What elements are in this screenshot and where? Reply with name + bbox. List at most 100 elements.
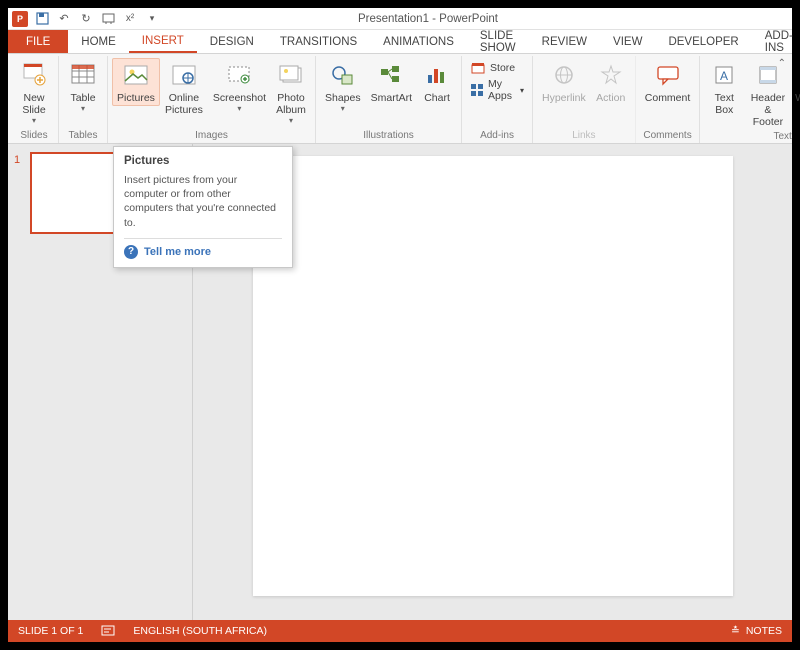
ribbon-group-text: A Text Box Header & Footer A WordArt ▾ # bbox=[700, 56, 800, 143]
my-apps-button[interactable]: My Apps ▾ bbox=[470, 78, 524, 102]
group-label: Links bbox=[572, 129, 595, 143]
dropdown-icon: ▾ bbox=[237, 104, 241, 113]
group-label: Illustrations bbox=[363, 129, 414, 143]
smartart-label: SmartArt bbox=[371, 92, 412, 104]
online-pictures-button[interactable]: Online Pictures bbox=[160, 58, 208, 118]
comment-label: Comment bbox=[645, 92, 691, 104]
ribbon-tabs: FILE HOME INSERT DESIGN TRANSITIONS ANIM… bbox=[8, 30, 792, 54]
superscript-icon[interactable]: x² bbox=[122, 11, 138, 27]
group-label: Comments bbox=[643, 129, 691, 143]
screenshot-button[interactable]: Screenshot ▾ bbox=[208, 58, 271, 115]
group-label: Images bbox=[195, 129, 228, 143]
pictures-label: Pictures bbox=[117, 92, 155, 104]
redo-icon[interactable]: ↻ bbox=[78, 11, 94, 27]
new-slide-button[interactable]: New Slide ▾ bbox=[14, 58, 54, 127]
pictures-tooltip: Pictures Insert pictures from your compu… bbox=[113, 146, 293, 268]
new-slide-icon bbox=[19, 60, 49, 90]
notes-button[interactable]: NOTES bbox=[746, 625, 782, 637]
tab-home[interactable]: HOME bbox=[68, 30, 129, 53]
group-label: Slides bbox=[20, 129, 47, 143]
hyperlink-button[interactable]: Hyperlink bbox=[537, 58, 591, 106]
slide-count[interactable]: SLIDE 1 OF 1 bbox=[18, 625, 83, 637]
comment-icon bbox=[653, 60, 683, 90]
table-label: Table bbox=[70, 92, 95, 104]
ribbon: ⌃ New Slide ▾ Slides Table ▾ Tables bbox=[8, 54, 792, 144]
action-button[interactable]: Action bbox=[591, 58, 631, 106]
screenshot-icon bbox=[224, 60, 254, 90]
store-button[interactable]: Store bbox=[470, 60, 524, 76]
comment-button[interactable]: Comment bbox=[640, 58, 696, 106]
tooltip-body: Insert pictures from your computer or fr… bbox=[124, 173, 282, 230]
new-slide-label: New Slide bbox=[22, 92, 45, 116]
help-icon: ? bbox=[124, 245, 138, 259]
tab-view[interactable]: VIEW bbox=[600, 30, 655, 53]
status-bar: SLIDE 1 OF 1 ENGLISH (SOUTH AFRICA) ≛ NO… bbox=[8, 620, 792, 642]
ribbon-group-images: Pictures Online Pictures Screenshot ▾ Ph… bbox=[108, 56, 316, 143]
tab-insert[interactable]: INSERT bbox=[129, 30, 197, 53]
tab-review[interactable]: REVIEW bbox=[529, 30, 600, 53]
dropdown-icon: ▾ bbox=[32, 116, 36, 125]
store-label: Store bbox=[490, 62, 515, 74]
slide-canvas[interactable] bbox=[253, 156, 733, 596]
ribbon-group-comments: Comment Comments bbox=[636, 56, 701, 143]
slide-number: 1 bbox=[14, 152, 24, 234]
tab-developer[interactable]: DEVELOPER bbox=[655, 30, 751, 53]
action-icon bbox=[596, 60, 626, 90]
tab-addins[interactable]: ADD-INS bbox=[752, 30, 800, 53]
pictures-button[interactable]: Pictures bbox=[112, 58, 160, 106]
tooltip-separator bbox=[124, 238, 282, 239]
table-button[interactable]: Table ▾ bbox=[63, 58, 103, 115]
wordart-label: WordArt bbox=[795, 92, 800, 104]
ribbon-group-slides: New Slide ▾ Slides bbox=[10, 56, 59, 143]
action-label: Action bbox=[596, 92, 625, 104]
shapes-button[interactable]: Shapes ▾ bbox=[320, 58, 366, 115]
tooltip-link-label: Tell me more bbox=[144, 246, 211, 258]
ribbon-collapse-icon[interactable]: ⌃ bbox=[778, 58, 786, 69]
table-icon bbox=[68, 60, 98, 90]
group-label: Tables bbox=[69, 129, 98, 143]
qat-customize-icon[interactable]: ▾ bbox=[144, 11, 160, 27]
spellcheck-icon[interactable] bbox=[101, 625, 115, 637]
smartart-icon bbox=[376, 60, 406, 90]
tab-transitions[interactable]: TRANSITIONS bbox=[267, 30, 370, 53]
tooltip-title: Pictures bbox=[124, 155, 282, 167]
shapes-label: Shapes bbox=[325, 92, 361, 104]
ribbon-group-addins: Store My Apps ▾ Add-ins bbox=[462, 56, 533, 143]
wordart-button[interactable]: A WordArt ▾ bbox=[792, 58, 800, 115]
apps-icon bbox=[470, 82, 484, 98]
ribbon-group-links: Hyperlink Action Links bbox=[533, 56, 636, 143]
start-slideshow-icon[interactable] bbox=[100, 11, 116, 27]
ribbon-group-tables: Table ▾ Tables bbox=[59, 56, 108, 143]
undo-icon[interactable]: ↶ bbox=[56, 11, 72, 27]
tab-design[interactable]: DESIGN bbox=[197, 30, 267, 53]
tab-slideshow[interactable]: SLIDE SHOW bbox=[467, 30, 529, 53]
group-label: Text bbox=[774, 130, 792, 144]
powerpoint-logo-icon: P bbox=[12, 11, 28, 27]
ribbon-group-illustrations: Shapes ▾ SmartArt Chart Illustrations bbox=[316, 56, 462, 143]
chart-button[interactable]: Chart bbox=[417, 58, 457, 106]
chart-label: Chart bbox=[424, 92, 450, 104]
online-pictures-icon bbox=[169, 60, 199, 90]
tooltip-help-link[interactable]: ? Tell me more bbox=[124, 245, 282, 259]
language-status[interactable]: ENGLISH (SOUTH AFRICA) bbox=[133, 625, 267, 637]
text-box-icon: A bbox=[709, 60, 739, 90]
title-bar: P ↶ ↻ x² ▾ Presentation1 - PowerPoint bbox=[8, 8, 792, 30]
dropdown-icon: ▾ bbox=[520, 86, 524, 95]
smartart-button[interactable]: SmartArt bbox=[366, 58, 417, 106]
group-label: Add-ins bbox=[480, 129, 514, 143]
tab-file[interactable]: FILE bbox=[8, 30, 68, 53]
header-footer-label: Header & Footer bbox=[749, 92, 786, 128]
text-box-label: Text Box bbox=[715, 92, 734, 116]
window-title: Presentation1 - PowerPoint bbox=[164, 13, 692, 25]
dropdown-icon: ▾ bbox=[289, 116, 293, 125]
photo-album-button[interactable]: Photo Album ▾ bbox=[271, 58, 311, 127]
tab-animations[interactable]: ANIMATIONS bbox=[370, 30, 467, 53]
save-icon[interactable] bbox=[34, 11, 50, 27]
quick-access-toolbar: P ↶ ↻ x² ▾ bbox=[8, 11, 164, 27]
pictures-icon bbox=[121, 60, 151, 90]
shapes-icon bbox=[328, 60, 358, 90]
photo-album-label: Photo Album bbox=[276, 92, 306, 116]
online-pictures-label: Online Pictures bbox=[165, 92, 203, 116]
photo-album-icon bbox=[276, 60, 306, 90]
text-box-button[interactable]: A Text Box bbox=[704, 58, 744, 118]
